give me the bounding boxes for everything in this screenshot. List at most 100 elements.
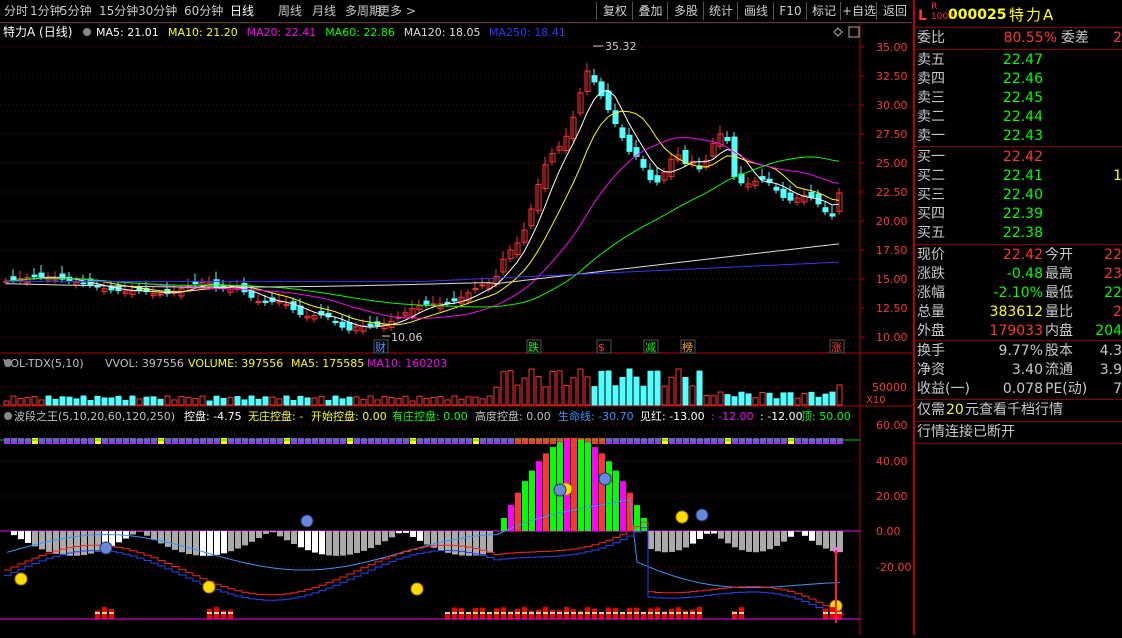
stat-row: 外盘 179033 内盘 204 [917,323,1122,339]
toolbar-button-2[interactable]: 多股 [667,2,704,20]
bottom-bar-cap [669,612,674,614]
bottom-bar-cap [557,612,562,614]
sell-level-row[interactable]: 卖二 22.44 [915,108,1122,127]
buy-level-row[interactable]: 买四 22.39 [915,205,1122,224]
volume-bar [815,396,822,406]
toolbar-item-0[interactable]: 分时 [4,3,28,19]
kline-chart[interactable]: 35.00 32.50 30.00 27.50 25.00 22.50 20.00 17.50… [0,22,912,635]
signal-block [382,438,388,444]
buy-level-row[interactable]: 买二 22.41 1 [915,167,1122,186]
toolbar-item-1[interactable]: 1分钟 [30,3,62,19]
bottom-bar [109,609,114,619]
toolbar-item-4[interactable]: 30分钟 [138,3,177,19]
volume-bar [206,400,213,406]
signal-block [816,438,822,444]
volume-bar [542,386,549,406]
promo-link[interactable]: 仅需 20 元查看千档行情 [915,401,1122,420]
histogram-bar [340,531,346,556]
toolbar-button-1[interactable]: 叠加 [632,2,668,20]
volume-bar [164,395,171,406]
volume-bar [787,392,794,406]
signal-block [165,438,171,444]
toolbar-item-3[interactable]: 15分钟 [99,3,138,19]
buy-level-row[interactable]: 买三 22.40 [915,186,1122,205]
bottom-bar-cap [221,612,226,614]
histogram-bar [445,531,451,553]
volume-bar [108,397,115,406]
sell-level-row[interactable]: 卖三 22.45 [915,89,1122,108]
signal-block [193,438,199,444]
signal-block [123,438,129,444]
volume-bar [311,397,318,406]
price-tick-label: 35.00 [876,41,908,54]
toolbar-item-6[interactable]: 日线 [230,3,254,19]
level-icon: L [918,8,927,24]
bottom-bar-cap [214,612,219,614]
buy-level-row[interactable]: 买一 22.42 [915,148,1122,167]
candle-body [262,300,269,303]
volume-bar [38,399,45,406]
toolbar-button-8[interactable]: 返回 [876,2,913,20]
volume-bar [31,396,38,406]
histogram-bar [361,531,367,551]
volume-bar [171,399,178,406]
ma5-line [5,89,840,328]
sell-level-row[interactable]: 卖一 22.43 [915,127,1122,146]
volume-bar [535,376,542,406]
signal-block [102,438,108,444]
candle-body [591,75,598,83]
bottom-bar-cap [95,612,100,614]
toolbar-button-0[interactable]: 复权 [596,2,633,20]
sell-level-row[interactable]: 卖五 22.47 [915,51,1122,70]
signal-block [655,438,661,444]
toolbar-button-7[interactable]: +自选 [840,2,877,20]
signal-block [130,438,136,444]
candle-body [241,283,248,293]
signal-block [480,438,486,444]
toolbar-item-2[interactable]: 5分钟 [60,3,92,19]
candle-body [829,213,836,217]
volume-bar [444,399,451,406]
toolbar-item-8[interactable]: 月线 [312,3,336,19]
volume-bar [647,370,654,406]
bottom-bar-cap [634,612,639,614]
buy-level-row[interactable]: 买五 22.38 [915,224,1122,243]
signal-block [74,438,80,444]
volume-bar [801,393,808,406]
toolbar-item-5[interactable]: 60分钟 [184,3,223,19]
toolbar-button-4[interactable]: 画线 [737,2,774,20]
toolbar-button-6[interactable]: 标记 [806,2,841,20]
bottom-bar-cap [697,612,702,614]
toolbar-item-10[interactable]: 更多 > [378,3,416,19]
volume-bar [325,399,332,406]
price-tick-label: 27.50 [876,128,908,141]
volume-bar [836,384,843,406]
signal-block [627,438,633,444]
volume-bar [423,397,430,406]
toolbar-button-5[interactable]: F10 [773,2,807,20]
signal-block [690,438,696,444]
bottom-bar-cap [543,612,548,614]
indicator-tick-label: -20.00 [876,561,911,574]
toolbar-item-9[interactable]: 多周期 [345,3,381,19]
signal-block [487,438,493,444]
volume-bar [703,394,710,406]
settings-dot-icon [4,359,12,367]
histogram-bar [144,531,150,536]
bottom-bar-cap [606,612,611,614]
histogram-bar [291,531,297,544]
event-marker: $ [598,341,605,354]
price-tick-label: 15.00 [876,273,908,286]
sell-level-row[interactable]: 卖四 22.46 [915,70,1122,89]
sad-face-icon [553,483,567,497]
toolbar-button-3[interactable]: 统计 [703,2,738,20]
indicator-legend-item: : -12.00 [711,410,754,423]
stat-row: 涨幅 -2.10% 最低 22 [917,285,1122,301]
toolbar-item-7[interactable]: 周线 [278,3,302,19]
indicator-legend-item: 有庄控盘: 0.00 [392,409,468,423]
histogram-bar [473,531,479,556]
signal-block [109,438,115,444]
volume-bar [556,370,563,406]
indicator-legend-item: 波段之王(5,10,20,60,120,250) [14,409,175,423]
signal-block [4,438,10,444]
